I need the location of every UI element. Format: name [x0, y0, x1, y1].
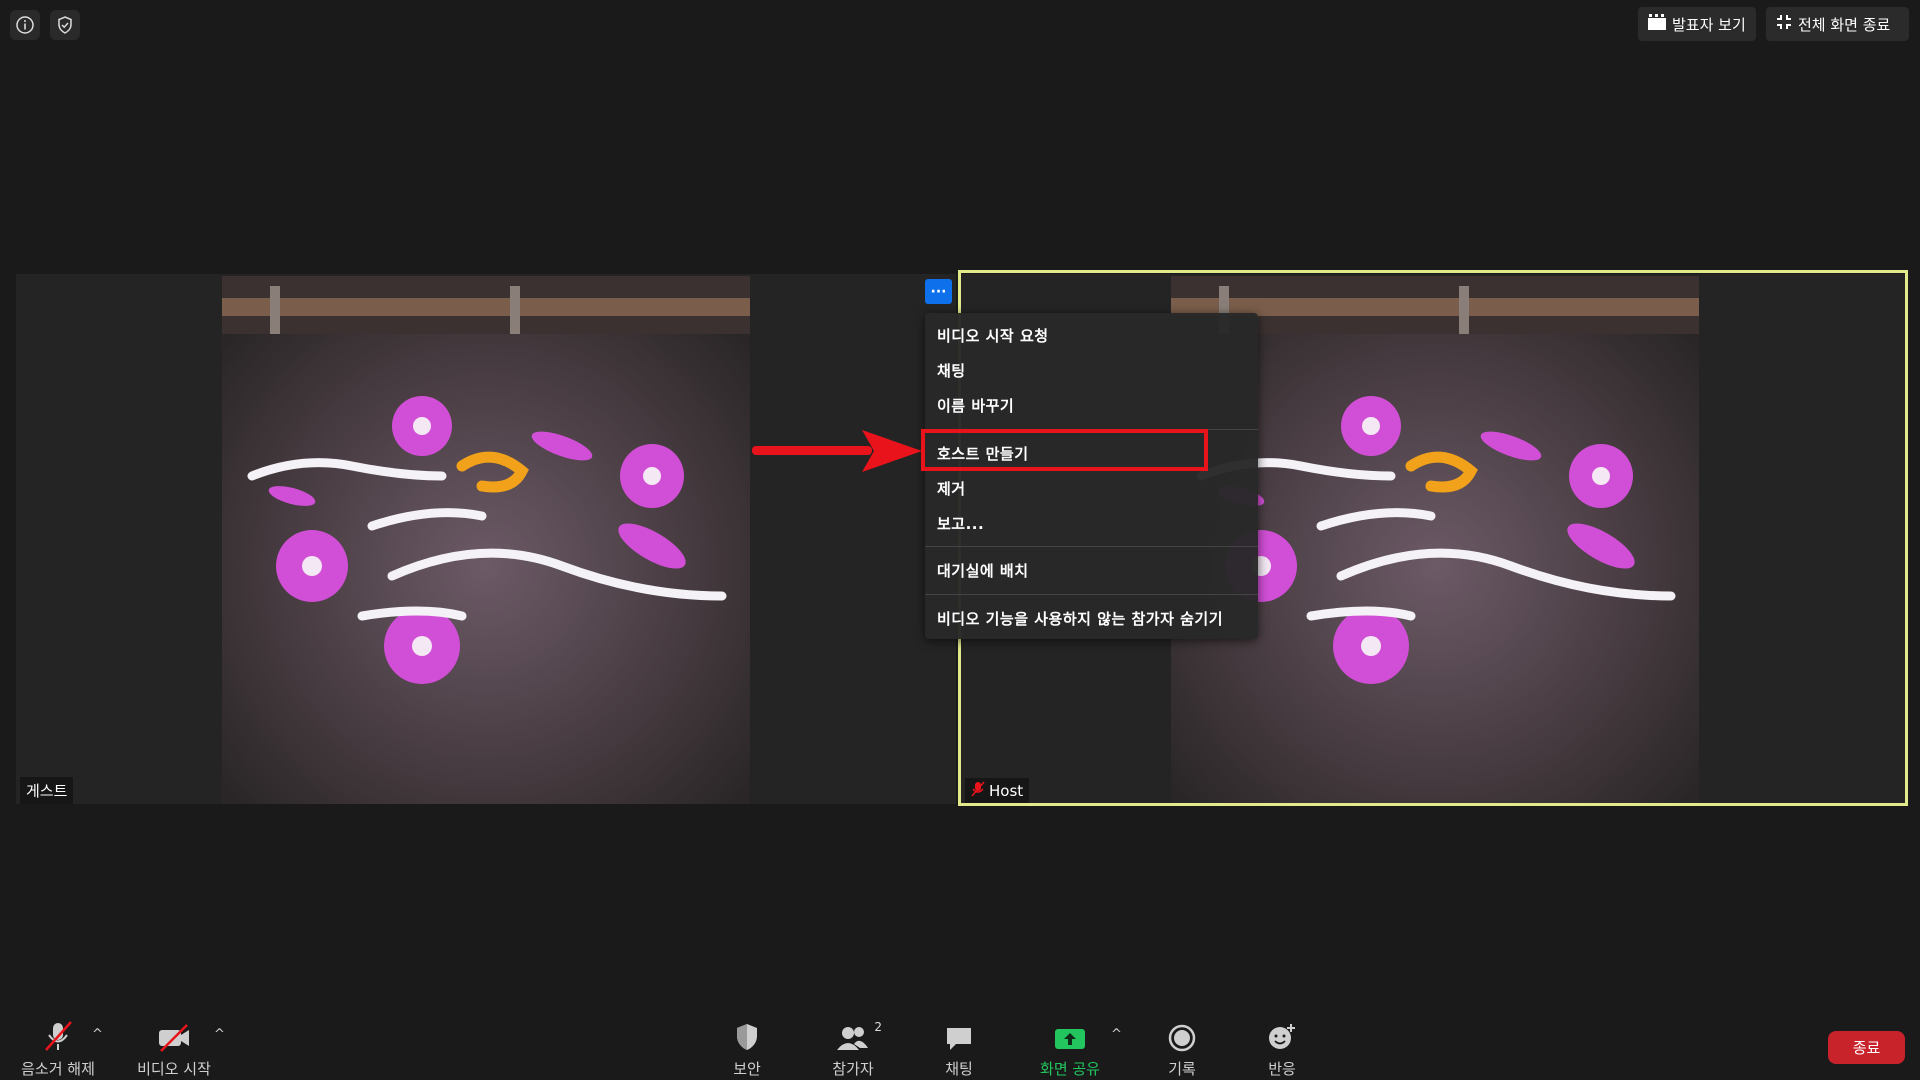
menu-item-chat[interactable]: 채팅 [937, 360, 966, 381]
participants-count-badge: 2 [874, 1020, 882, 1034]
share-screen-label: 화면 공유 [1040, 1060, 1100, 1078]
exit-fullscreen-icon [1776, 14, 1792, 34]
guest-name-text: 게스트 [26, 782, 68, 800]
record-icon [1168, 1016, 1196, 1052]
menu-item-remove[interactable]: 제거 [937, 478, 966, 499]
speaker-view-button[interactable]: 발표자 보기 [1638, 7, 1756, 41]
guest-name-label: 게스트 [20, 777, 74, 804]
menu-divider [925, 594, 1258, 595]
audio-options-chevron-icon[interactable]: ^ [92, 1027, 103, 1042]
video-options-chevron-icon[interactable]: ^ [214, 1027, 225, 1042]
chat-bubble-icon [944, 1016, 974, 1052]
share-screen-icon [1053, 1016, 1087, 1052]
exit-fullscreen-button[interactable]: 전체 화면 종료 [1766, 7, 1909, 41]
chat-label: 채팅 [945, 1060, 973, 1078]
unmute-label: 음소거 해제 [21, 1060, 95, 1078]
menu-item-rename[interactable]: 이름 바꾸기 [937, 395, 1014, 416]
chat-button[interactable]: 채팅 [909, 1016, 1009, 1079]
host-name-text: Host [989, 782, 1024, 800]
record-label: 기록 [1168, 1060, 1196, 1078]
exit-fullscreen-label: 전체 화면 종료 [1798, 15, 1891, 34]
security-label: 보안 [733, 1060, 761, 1078]
muted-mic-icon [43, 1016, 73, 1052]
more-options-icon: ··· [930, 283, 947, 300]
share-screen-button[interactable]: 화면 공유 [1020, 1016, 1120, 1079]
menu-item-hide-non-video[interactable]: 비디오 기능을 사용하지 않는 참가자 숨기기 [937, 608, 1223, 629]
menu-item-report[interactable]: 보고... [937, 513, 984, 534]
reaction-emoji-icon [1267, 1016, 1297, 1052]
participant-context-menu: 비디오 시작 요청 채팅 이름 바꾸기 호스트 만들기 제거 보고... 대기실… [925, 313, 1258, 639]
security-shield-icon[interactable] [50, 10, 80, 40]
speaker-view-label: 발표자 보기 [1672, 15, 1746, 34]
participants-button[interactable]: 2 참가자 [803, 1016, 903, 1079]
guest-video-tile[interactable]: 게스트 [16, 274, 956, 804]
reactions-label: 반응 [1268, 1060, 1296, 1078]
reactions-button[interactable]: 반응 [1232, 1016, 1332, 1079]
participants-label: 참가자 [832, 1060, 874, 1078]
info-icon[interactable] [10, 10, 40, 40]
muted-mic-icon [971, 781, 985, 801]
unmute-button[interactable]: 음소거 해제 [8, 1016, 108, 1079]
start-video-label: 비디오 시작 [137, 1060, 211, 1078]
host-name-label: Host [965, 778, 1030, 804]
more-options-button[interactable]: ··· [925, 279, 952, 304]
security-button[interactable]: 보안 [697, 1016, 797, 1079]
shield-icon [734, 1016, 760, 1052]
participants-icon: 2 [836, 1016, 882, 1052]
callout-arrow-icon [752, 430, 922, 472]
menu-divider [925, 546, 1258, 547]
callout-highlight-box [921, 429, 1208, 471]
menu-item-request-video[interactable]: 비디오 시작 요청 [937, 325, 1049, 346]
record-button[interactable]: 기록 [1132, 1016, 1232, 1079]
guest-video-image [222, 276, 750, 804]
grid-view-icon [1648, 14, 1666, 34]
share-options-chevron-icon[interactable]: ^ [1111, 1027, 1122, 1042]
menu-item-waiting-room[interactable]: 대기실에 배치 [937, 560, 1029, 581]
video-off-icon [157, 1016, 191, 1052]
end-meeting-label: 종료 [1852, 1039, 1881, 1057]
end-meeting-button[interactable]: 종료 [1828, 1031, 1905, 1064]
start-video-button[interactable]: 비디오 시작 [124, 1016, 224, 1079]
